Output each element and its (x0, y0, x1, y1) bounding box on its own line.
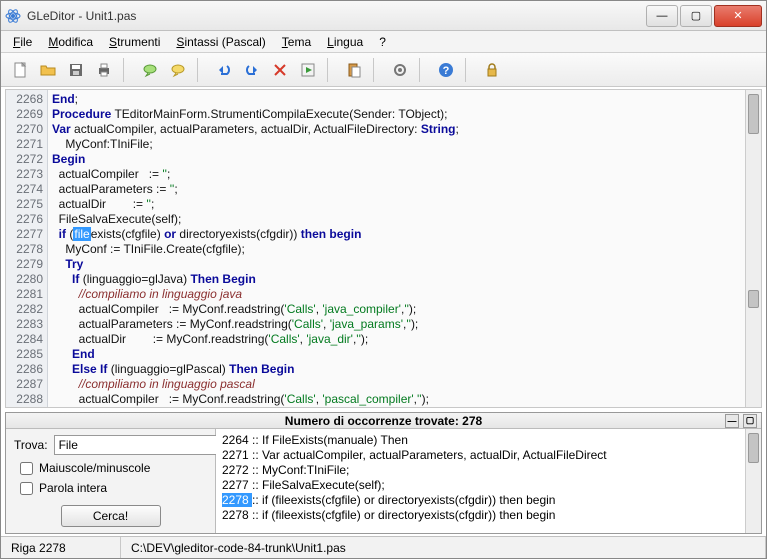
case-checkbox-label[interactable]: Maiuscole/minuscole (14, 461, 207, 475)
window-title: GLeDitor - Unit1.pas (27, 9, 644, 23)
search-header: Numero di occorrenze trovate: 278 — ▢ (6, 413, 761, 429)
search-controls: Trova: Maiuscole/minuscole Parola intera… (6, 429, 216, 533)
save-button[interactable] (63, 57, 89, 83)
open-file-button[interactable] (35, 57, 61, 83)
statusbar: Riga 2278 C:\DEV\gleditor-code-84-trunk\… (1, 536, 766, 558)
wholeword-checkbox-label[interactable]: Parola intera (14, 481, 207, 495)
app-icon (5, 8, 21, 24)
case-checkbox[interactable] (20, 462, 33, 475)
vertical-scrollbar[interactable] (745, 90, 761, 407)
code-content[interactable]: End;Procedure TEditorMainForm.StrumentiC… (48, 90, 745, 407)
search-button[interactable]: Cerca! (61, 505, 161, 527)
titlebar: GLeDitor - Unit1.pas — ▢ ✕ (1, 1, 766, 31)
lock-button[interactable] (479, 57, 505, 83)
menu-theme[interactable]: Tema (276, 33, 317, 51)
toolbar: ? (1, 53, 766, 87)
menu-lang[interactable]: Lingua (321, 33, 369, 51)
status-line: Riga 2278 (1, 537, 121, 558)
toolbar-separator (197, 58, 205, 82)
search-count-label: Numero di occorrenze trovate: 278 (285, 414, 482, 428)
search-minimize-icon[interactable]: — (725, 414, 739, 428)
paste-button[interactable] (341, 57, 367, 83)
toolbar-separator (419, 58, 427, 82)
settings-button[interactable] (387, 57, 413, 83)
search-panel: Numero di occorrenze trovate: 278 — ▢ Tr… (5, 412, 762, 534)
app-window: GLeDitor - Unit1.pas — ▢ ✕ File Modifica… (0, 0, 767, 559)
wholeword-checkbox[interactable] (20, 482, 33, 495)
search-input[interactable] (54, 435, 219, 455)
scrollbar-thumb-top[interactable] (748, 94, 759, 134)
menubar: File Modifica Strumenti Sintassi (Pascal… (1, 31, 766, 53)
toolbar-separator (373, 58, 381, 82)
comment-button[interactable] (137, 57, 163, 83)
redo-button[interactable] (239, 57, 265, 83)
menu-help[interactable]: ? (373, 33, 392, 51)
results-scrollbar[interactable] (745, 429, 761, 533)
run-button[interactable] (295, 57, 321, 83)
menu-tools[interactable]: Strumenti (103, 33, 166, 51)
code-editor[interactable]: 2268226922702271227222732274227522762277… (5, 89, 762, 408)
close-button[interactable]: ✕ (714, 5, 762, 27)
svg-text:?: ? (443, 65, 450, 77)
search-maximize-icon[interactable]: ▢ (743, 414, 757, 428)
toolbar-separator (123, 58, 131, 82)
menu-syntax[interactable]: Sintassi (Pascal) (170, 33, 271, 51)
toolbar-separator (327, 58, 335, 82)
line-gutter: 2268226922702271227222732274227522762277… (6, 90, 48, 407)
comment-add-button[interactable] (165, 57, 191, 83)
delete-button[interactable] (267, 57, 293, 83)
editor-area: 2268226922702271227222732274227522762277… (1, 87, 766, 536)
results-scrollbar-thumb[interactable] (748, 433, 759, 463)
status-path: C:\DEV\gleditor-code-84-trunk\Unit1.pas (121, 537, 766, 558)
menu-modify[interactable]: Modifica (42, 33, 99, 51)
window-controls: — ▢ ✕ (644, 5, 762, 27)
maximize-button[interactable]: ▢ (680, 5, 712, 27)
search-label: Trova: (14, 438, 48, 452)
new-file-button[interactable] (7, 57, 33, 83)
minimize-button[interactable]: — (646, 5, 678, 27)
print-button[interactable] (91, 57, 117, 83)
menu-file[interactable]: File (7, 33, 38, 51)
toolbar-separator (465, 58, 473, 82)
undo-button[interactable] (211, 57, 237, 83)
search-results[interactable]: 2264 :: If FileExists(manuale) Then2271 … (216, 429, 745, 533)
help-button[interactable]: ? (433, 57, 459, 83)
scrollbar-thumb[interactable] (748, 290, 759, 308)
search-body: Trova: Maiuscole/minuscole Parola intera… (6, 429, 761, 533)
